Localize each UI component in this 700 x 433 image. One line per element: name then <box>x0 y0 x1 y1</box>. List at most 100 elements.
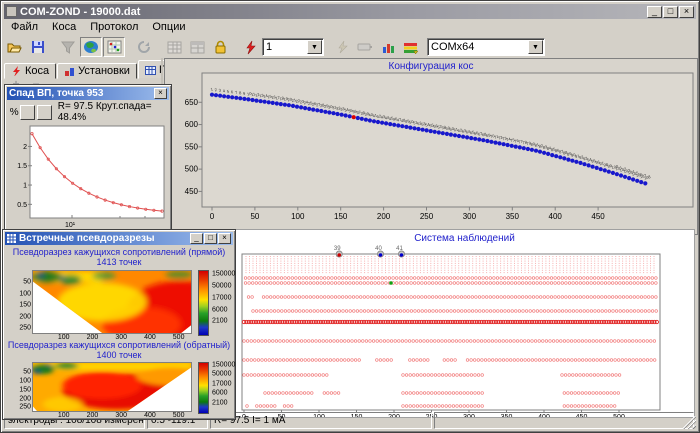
funnel-icon <box>61 41 75 54</box>
svg-text:450: 450 <box>591 212 605 221</box>
open-file-icon <box>7 40 23 54</box>
window-title: COM-ZOND - 19000.dat <box>20 6 646 18</box>
tab-label: Установки <box>78 65 130 77</box>
menu-item-1[interactable]: Коса <box>45 21 83 33</box>
funnel-button[interactable] <box>57 37 79 57</box>
decay-b-button[interactable] <box>20 105 35 120</box>
channel-combo[interactable]: 1 ▼ <box>262 38 324 56</box>
status-params: R= 97.5 I= 1 мА <box>210 412 432 429</box>
save-button[interactable] <box>27 37 49 57</box>
pseudo-forward-heatmap <box>33 271 191 333</box>
table-alt-button[interactable] <box>186 37 208 57</box>
pseudo-minimize-button[interactable]: _ <box>190 233 203 244</box>
pseudo-reverse-subtitle: 1400 точек <box>6 350 232 360</box>
y-tick-label: 150 <box>19 302 31 309</box>
pseudo-forward-title: Псевдоразрез кажущихся сопротивлений (пр… <box>6 247 232 257</box>
svg-text:40: 40 <box>375 246 382 252</box>
table-button[interactable] <box>163 37 185 57</box>
tab-label: Коса <box>25 65 49 77</box>
decay-chart[interactable]: 21.510.510¹ <box>10 123 168 229</box>
y-tick-label: 100 <box>19 377 31 384</box>
svg-text:41: 41 <box>396 246 403 252</box>
pseudo-reverse-colorbar <box>198 362 209 414</box>
probe-button[interactable] <box>239 37 261 57</box>
pseudosections-window: Встречные псевдоразрезы _ □ × Псевдоразр… <box>2 229 236 420</box>
svg-text:0.5: 0.5 <box>17 202 27 209</box>
colorbar-label: 6000 <box>212 390 228 397</box>
pseudo-close-button[interactable]: × <box>218 233 231 244</box>
bolt-yellow-icon <box>336 40 349 54</box>
probe-red-icon <box>244 40 257 55</box>
bolt-button[interactable] <box>331 37 353 57</box>
colorbar-label: 2100 <box>212 318 228 325</box>
open-file-button[interactable] <box>4 37 26 57</box>
grid-chart-button[interactable] <box>103 37 125 57</box>
pseudo-window-titlebar[interactable]: Встречные псевдоразрезы _ □ × <box>5 232 233 245</box>
y-tick-label: 50 <box>23 368 31 375</box>
percent-label: % <box>9 107 20 118</box>
x-tick-label: 100 <box>58 412 70 419</box>
tab-Установки[interactable]: Установки <box>57 63 137 79</box>
bar-chart-button[interactable] <box>377 37 399 57</box>
colorbar-label: 17000 <box>212 294 231 301</box>
com-port-combo[interactable]: COMx64 ▼ <box>427 38 545 56</box>
y-tick-label: 250 <box>19 404 31 411</box>
close-button[interactable]: × <box>679 6 694 18</box>
x-tick-label: 300 <box>115 412 127 419</box>
map-icon <box>83 40 99 54</box>
config-chart[interactable]: 6506005505004500501001502002503003504004… <box>165 59 697 234</box>
pseudo-forward-colorbar <box>198 270 209 336</box>
x-tick-label: 500 <box>173 412 185 419</box>
pseudo-forward-plot[interactable]: 50100150200250100200300400500 <box>32 270 192 334</box>
colorbar-label: 50000 <box>212 282 231 289</box>
title-bar[interactable]: COM-ZOND - 19000.dat _ □ × <box>4 4 696 19</box>
menu-item-3[interactable]: Опции <box>145 21 192 33</box>
svg-text:250: 250 <box>420 212 434 221</box>
colorbar-label: 2100 <box>212 399 228 406</box>
menu-item-0[interactable]: Файл <box>4 21 45 33</box>
battery-button[interactable] <box>354 37 376 57</box>
toolbar: 1 ▼ COMx64 ▼ <box>4 35 696 59</box>
decay-n-button[interactable] <box>37 105 52 120</box>
workspace: + − Конфигурация кос 6506005505004500501… <box>4 79 696 404</box>
colorbar-label: 17000 <box>212 380 231 387</box>
com-port-combo-value: COMx64 <box>428 41 527 53</box>
decay-window-titlebar[interactable]: Спад ВП, точка 953 × <box>7 87 169 100</box>
svg-text:100: 100 <box>291 212 305 221</box>
observation-chart[interactable]: 050100150200250300350400450500394041 <box>235 230 694 417</box>
menu-item-2[interactable]: Протокол <box>83 21 145 33</box>
minimize-button[interactable]: _ <box>647 6 662 18</box>
decay-toolbar: % R= 97.5 Крут.спада= 48.4% <box>9 103 167 121</box>
decay-info: R= 97.5 Крут.спада= 48.4% <box>58 101 167 123</box>
bar-chart-icon <box>381 41 395 54</box>
decay-close-button[interactable]: × <box>154 88 167 99</box>
refresh-button[interactable] <box>133 37 155 57</box>
decay-window: Спад ВП, точка 953 × % R= 97.5 Крут.спад… <box>4 84 172 232</box>
pseudosection-forward: Псевдоразрез кажущихся сопротивлений (пр… <box>6 247 232 337</box>
maximize-button[interactable]: □ <box>663 6 678 18</box>
map-view-button[interactable] <box>80 37 102 57</box>
battery-icon <box>357 42 373 52</box>
chevron-down-icon[interactable]: ▼ <box>528 40 543 54</box>
decay-window-title: Спад ВП, точка 953 <box>9 88 153 99</box>
y-tick-label: 250 <box>19 325 31 332</box>
chevron-down-icon[interactable]: ▼ <box>307 40 322 54</box>
lock-button[interactable] <box>209 37 231 57</box>
resize-grip[interactable] <box>683 416 696 429</box>
pseudo-reverse-plot[interactable]: 50100150200250100200300400500 <box>32 362 192 412</box>
y-tick-label: 200 <box>19 313 31 320</box>
pseudosection-reverse: Псевдоразрез кажущихся сопротивлений (об… <box>6 340 232 418</box>
svg-text:10¹: 10¹ <box>65 222 76 229</box>
y-tick-label: 200 <box>19 395 31 402</box>
layers-icon <box>403 41 419 54</box>
pseudo-maximize-button[interactable]: □ <box>204 233 217 244</box>
colorbar-label: 50000 <box>212 371 231 378</box>
svg-text:39: 39 <box>334 246 341 252</box>
svg-text:2: 2 <box>23 144 27 151</box>
channel-combo-value: 1 <box>263 41 306 53</box>
pseudo-reverse-heatmap <box>33 363 191 411</box>
layers-button[interactable] <box>400 37 422 57</box>
svg-text:400: 400 <box>549 212 563 221</box>
svg-text:50: 50 <box>250 212 259 221</box>
svg-text:1.5: 1.5 <box>17 163 27 170</box>
